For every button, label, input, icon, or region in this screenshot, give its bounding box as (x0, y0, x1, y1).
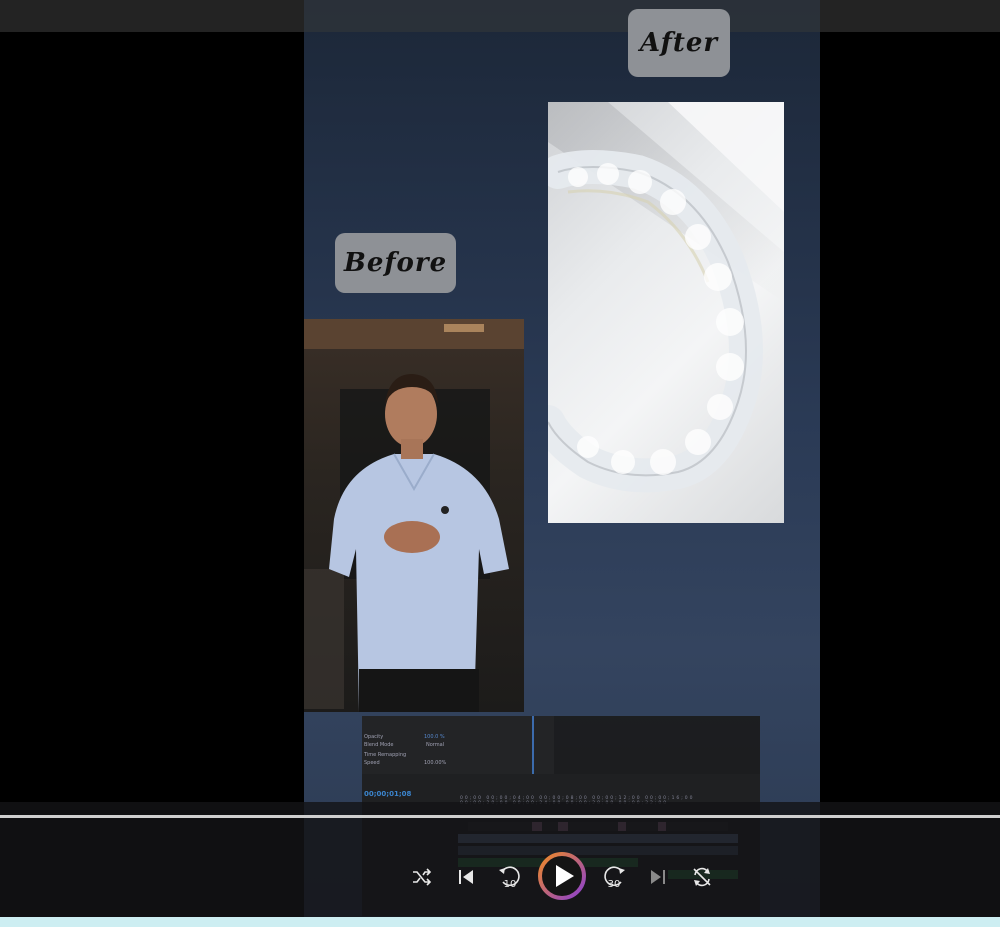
video-frame-top (304, 0, 820, 32)
seek-bar[interactable] (0, 815, 1000, 818)
after-photo-aligner (548, 102, 784, 523)
shuffle-icon[interactable] (408, 864, 436, 890)
effect-controls-panel: Opacity 100.0 % Blend Mode Normal Time R… (362, 716, 760, 774)
program-panel (554, 716, 760, 774)
skip-previous-icon[interactable] (452, 864, 480, 890)
effect-row-name: Opacity (364, 734, 384, 740)
playhead-line (532, 716, 534, 774)
forward-seconds: 30 (608, 879, 621, 890)
rewind-10-icon[interactable]: 10 (494, 860, 526, 892)
skip-next-icon[interactable] (644, 864, 672, 890)
timeline-timecode: 00;00;01;08 (364, 790, 412, 798)
forward-30-icon[interactable]: 30 (598, 860, 630, 892)
letterbox-right (820, 32, 1000, 802)
bottom-strip (0, 917, 1000, 927)
play-button[interactable] (536, 850, 588, 902)
effect-row-name: Speed (364, 760, 380, 766)
rewind-seconds: 10 (504, 879, 517, 890)
repeat-icon[interactable] (688, 863, 716, 891)
effect-row-value: 100.0 % (424, 734, 445, 740)
before-label: Before (335, 233, 456, 293)
letterbox-left (0, 32, 304, 802)
before-photo-presenter (304, 319, 524, 712)
effect-row-value: Normal (426, 742, 445, 748)
after-label: After (628, 9, 730, 77)
effect-row-value: 100.00% (424, 760, 447, 766)
effect-row-name: Time Remapping (364, 752, 407, 758)
effect-row-name: Blend Mode (364, 742, 394, 748)
